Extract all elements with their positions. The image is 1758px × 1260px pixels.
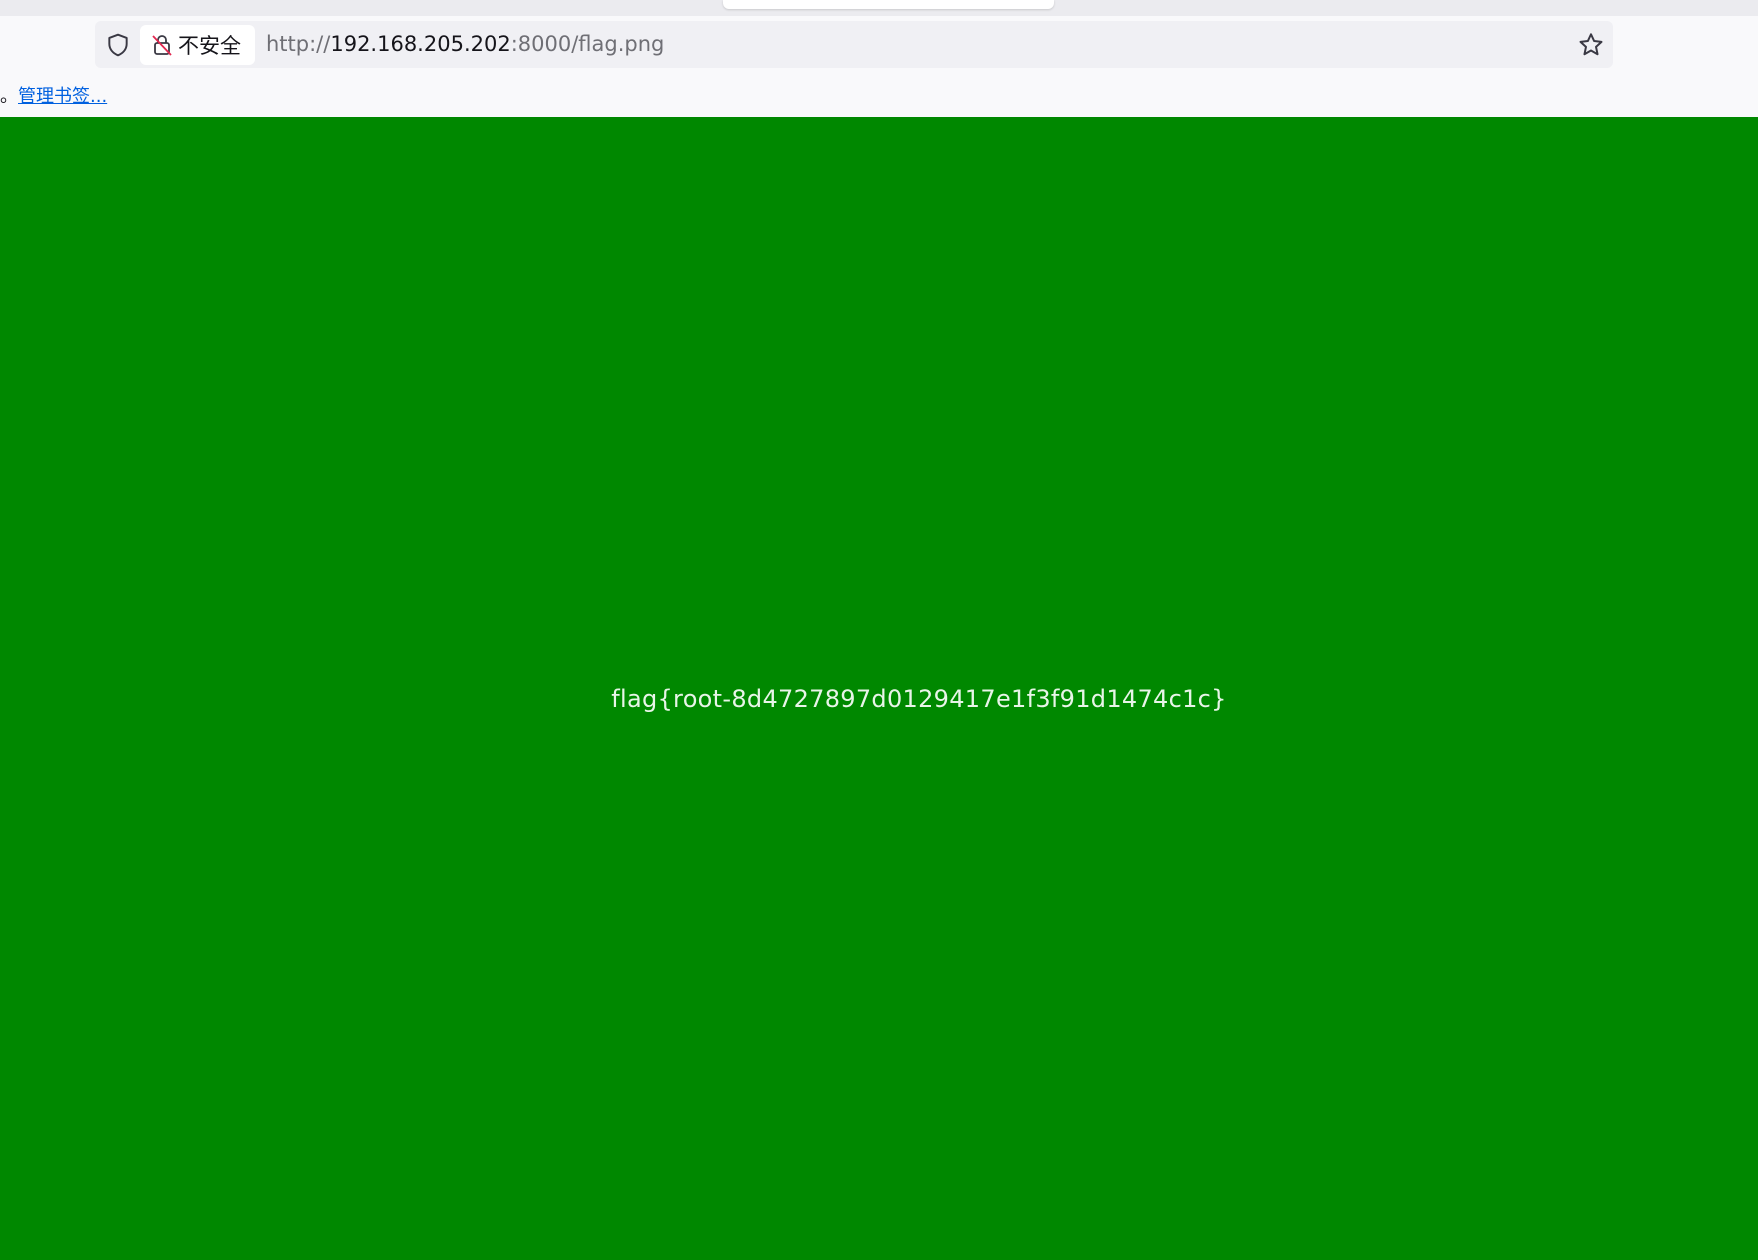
flag-text: flag{root-8d4727897d0129417e1f3f91d1474c… bbox=[611, 685, 1227, 713]
navigation-toolbar: 不安全 http://192.168.205.202:8000/flag.png bbox=[0, 16, 1758, 84]
security-label: 不安全 bbox=[178, 34, 241, 58]
shield-icon[interactable] bbox=[105, 32, 131, 58]
url-scheme: http:// bbox=[266, 32, 331, 56]
tab-strip bbox=[0, 0, 1758, 16]
bookmarks-prefix: 。 bbox=[0, 86, 18, 107]
bookmarks-toolbar: 。 管理书签... bbox=[0, 84, 1758, 117]
url-bar[interactable]: 不安全 http://192.168.205.202:8000/flag.png bbox=[95, 21, 1613, 68]
url-host: 192.168.205.202 bbox=[330, 32, 511, 56]
url-path: :8000/flag.png bbox=[510, 32, 665, 56]
image-viewport: flag{root-8d4727897d0129417e1f3f91d1474c… bbox=[0, 117, 1758, 1260]
manage-bookmarks-link[interactable]: 管理书签... bbox=[18, 84, 107, 110]
star-icon[interactable] bbox=[1577, 31, 1605, 59]
security-indicator[interactable]: 不安全 bbox=[140, 25, 255, 65]
active-tab[interactable] bbox=[723, 0, 1054, 9]
browser-window: 不安全 http://192.168.205.202:8000/flag.png… bbox=[0, 0, 1758, 1260]
url-text[interactable]: http://192.168.205.202:8000/flag.png bbox=[266, 31, 664, 57]
insecure-lock-icon bbox=[152, 35, 172, 56]
